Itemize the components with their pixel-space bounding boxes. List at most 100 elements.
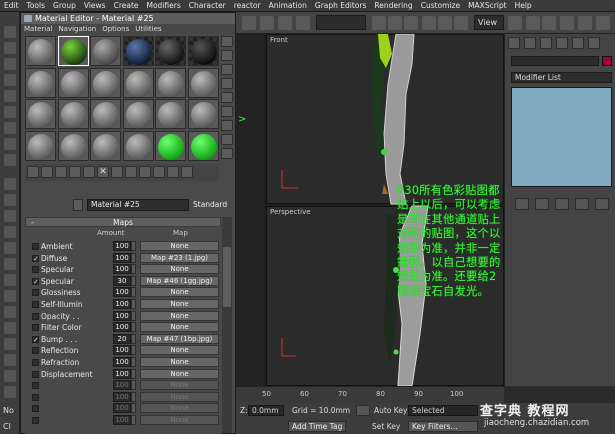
map-slot-button[interactable]: None — [140, 264, 219, 275]
map-slot-button[interactable]: Map #23 (1.jpg) — [140, 252, 219, 263]
map-slot-button[interactable]: None — [140, 322, 219, 333]
map-checkbox[interactable] — [32, 312, 39, 320]
material-sample-slot[interactable] — [122, 36, 154, 66]
map-amount-field[interactable]: 100 — [113, 287, 131, 298]
key-filters-button[interactable]: Key Filters... — [408, 421, 478, 432]
put-to-library-icon[interactable] — [111, 166, 123, 178]
map-checkbox[interactable] — [32, 301, 39, 308]
rollout-scrollbar[interactable] — [222, 217, 232, 433]
map-amount-field[interactable]: 100 — [113, 391, 131, 402]
amount-spinner[interactable] — [131, 287, 136, 298]
map-checkbox[interactable] — [32, 266, 39, 274]
display-tab-icon[interactable] — [572, 37, 584, 49]
tool-icon[interactable] — [4, 274, 16, 286]
map-slot-button[interactable]: None — [140, 403, 219, 414]
tool-icon[interactable] — [4, 178, 16, 190]
tool-icon[interactable] — [4, 338, 16, 350]
tool-icon[interactable] — [4, 306, 16, 318]
amount-spinner[interactable] — [131, 275, 136, 286]
map-amount-field[interactable]: 100 — [113, 322, 131, 333]
map-slot-button[interactable]: Map #46 (1gg.jpg) — [140, 275, 219, 286]
material-sample-slot[interactable] — [25, 99, 56, 129]
mirror-icon[interactable] — [526, 16, 540, 30]
map-checkbox[interactable] — [32, 393, 39, 401]
menu-item[interactable]: Views — [80, 0, 110, 11]
go-to-parent-icon[interactable] — [167, 166, 179, 178]
map-slot-button[interactable]: None — [140, 345, 219, 356]
material-type-button[interactable]: Standard — [193, 199, 237, 211]
material-sample-slot[interactable] — [90, 99, 121, 129]
map-amount-field[interactable]: 100 — [113, 380, 131, 391]
video-color-icon[interactable] — [221, 92, 233, 103]
material-menu-item[interactable]: Options — [99, 24, 132, 34]
amount-spinner[interactable] — [131, 391, 136, 402]
scroll-thumb[interactable] — [223, 247, 231, 307]
amount-spinner[interactable] — [131, 403, 136, 414]
map-amount-field[interactable]: 30 — [113, 275, 131, 286]
hierarchy-tab-icon[interactable] — [540, 37, 552, 49]
link-icon[interactable] — [278, 16, 292, 30]
amount-spinner[interactable] — [131, 241, 136, 251]
tool-icon[interactable] — [4, 58, 16, 70]
map-checkbox[interactable] — [32, 370, 39, 378]
map-checkbox[interactable]: ✓ — [32, 254, 39, 262]
amount-spinner[interactable] — [131, 368, 136, 379]
remove-modifier-icon[interactable] — [575, 198, 589, 210]
map-checkbox[interactable] — [32, 405, 39, 413]
menu-item[interactable]: Group — [49, 0, 80, 11]
align-icon[interactable] — [542, 16, 556, 30]
delete-icon[interactable]: ✕ — [97, 166, 109, 178]
tool-icon[interactable] — [4, 210, 16, 222]
material-sample-slot[interactable] — [90, 130, 121, 161]
tool-icon[interactable] — [4, 74, 16, 86]
background-icon[interactable] — [221, 64, 233, 75]
tool-icon[interactable] — [4, 322, 16, 334]
map-checkbox[interactable] — [32, 382, 39, 390]
amount-spinner[interactable] — [131, 333, 136, 344]
map-amount-field[interactable]: 100 — [113, 368, 131, 379]
rotate-icon[interactable] — [438, 16, 452, 30]
make-copy-icon[interactable] — [83, 166, 95, 178]
tool-icon[interactable] — [4, 26, 16, 38]
render-icon[interactable] — [596, 16, 610, 30]
map-checkbox[interactable]: ✓ — [32, 335, 39, 343]
map-amount-field[interactable]: 100 — [113, 415, 131, 425]
material-sample-slot[interactable] — [187, 36, 219, 66]
map-amount-field[interactable]: 100 — [113, 241, 131, 251]
maps-rollout-title[interactable]: - Maps — [25, 217, 221, 227]
tool-icon[interactable] — [4, 386, 16, 398]
material-sample-slot[interactable] — [187, 99, 219, 129]
material-editor-icon[interactable] — [578, 16, 592, 30]
material-sample-slot[interactable] — [25, 67, 56, 98]
material-sample-slot[interactable] — [57, 99, 89, 129]
menu-item[interactable]: Edit — [0, 0, 23, 11]
material-sample-slot[interactable] — [122, 67, 154, 98]
material-sample-slot[interactable] — [25, 36, 56, 66]
show-map-icon[interactable] — [139, 166, 151, 178]
tool-icon[interactable] — [4, 242, 16, 254]
tool-icon[interactable] — [4, 138, 16, 150]
tool-icon[interactable] — [4, 370, 16, 382]
amount-spinner[interactable] — [131, 252, 136, 263]
tool-icon[interactable] — [4, 194, 16, 206]
select-by-name-icon[interactable] — [388, 16, 402, 30]
selected-dropdown[interactable]: Selected — [408, 405, 478, 416]
map-slot-button[interactable]: Map #47 (1bp.jpg) — [140, 333, 219, 344]
map-amount-field[interactable]: 100 — [113, 264, 131, 275]
material-editor-titlebar[interactable]: Material Editor - Material #25 — [21, 13, 235, 24]
tool-icon[interactable] — [4, 90, 16, 102]
map-amount-field[interactable]: 100 — [113, 252, 131, 263]
show-end-result-icon[interactable] — [153, 166, 165, 178]
amount-spinner[interactable] — [131, 357, 136, 367]
tool-icon[interactable] — [4, 290, 16, 302]
map-amount-field[interactable]: 100 — [113, 310, 131, 321]
map-checkbox[interactable] — [32, 243, 39, 250]
map-checkbox[interactable] — [32, 359, 39, 366]
material-sample-slot[interactable] — [122, 99, 154, 129]
material-name-field[interactable]: Material #25 — [87, 199, 189, 211]
pivot-icon[interactable] — [508, 16, 522, 30]
material-navigator-icon[interactable] — [221, 148, 233, 159]
amount-spinner[interactable] — [131, 380, 136, 391]
map-checkbox[interactable] — [32, 417, 39, 424]
pick-material-icon[interactable] — [73, 199, 83, 211]
